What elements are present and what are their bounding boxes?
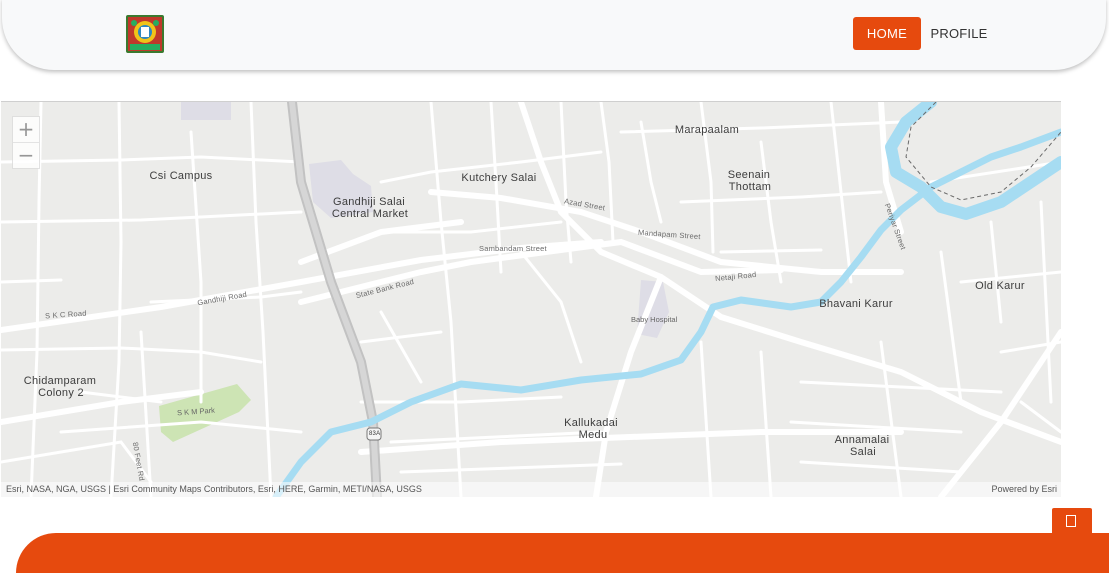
- map-basemap: [1, 102, 1061, 497]
- site-header: HOME PROFILE: [0, 0, 1109, 72]
- powered-by-esri[interactable]: Powered by Esri: [991, 482, 1057, 497]
- footer-bar: [16, 533, 1109, 573]
- place-label-annamalai: Annamalai: [834, 434, 890, 446]
- district-emblem-logo[interactable]: [126, 15, 164, 53]
- square-icon: [1066, 515, 1076, 527]
- poi-label-baby-hospital: Baby Hospital: [631, 315, 678, 324]
- highway-shield-label: 83A: [369, 431, 381, 437]
- map-attribution-bar: Esri, NASA, NGA, USGS | Esri Community M…: [1, 482, 1061, 497]
- nav-profile-link[interactable]: PROFILE: [928, 17, 990, 50]
- zoom-control: + −: [12, 116, 40, 169]
- zoom-out-button[interactable]: −: [13, 142, 39, 168]
- place-label-chidamparam: Chidamparam: [23, 375, 97, 387]
- place-label-salai: Salai: [850, 446, 876, 458]
- place-label-medu: Medu: [578, 429, 608, 441]
- place-label-gandhiji-salai: Gandhiji Salai: [332, 196, 406, 208]
- place-label-thottam: Thottam: [728, 181, 772, 193]
- place-label-bhavani-karur: Bhavani Karur: [819, 298, 893, 310]
- zoom-in-button[interactable]: +: [13, 117, 39, 142]
- road-label-sambandam-street: Sambandam Street: [479, 244, 547, 253]
- place-label-old-karur: Old Karur: [975, 280, 1025, 292]
- place-label-central-market: Central Market: [331, 208, 409, 220]
- map-view[interactable]: + − Marapaalam Csi Campus Kutchery Salai…: [1, 101, 1061, 497]
- place-label-colony-2: Colony 2: [38, 387, 84, 399]
- place-label-seenain: Seenain: [727, 169, 771, 181]
- floating-action-button[interactable]: [1052, 508, 1092, 538]
- map-attribution-text[interactable]: Esri, NASA, NGA, USGS | Esri Community M…: [6, 482, 422, 497]
- place-label-kutchery-salai: Kutchery Salai: [461, 172, 537, 184]
- nav-home-button[interactable]: HOME: [853, 17, 921, 50]
- place-label-kallukadai: Kallukadai: [564, 417, 618, 429]
- place-label-marapaalam: Marapaalam: [674, 124, 740, 136]
- place-label-csi-campus: Csi Campus: [149, 170, 213, 182]
